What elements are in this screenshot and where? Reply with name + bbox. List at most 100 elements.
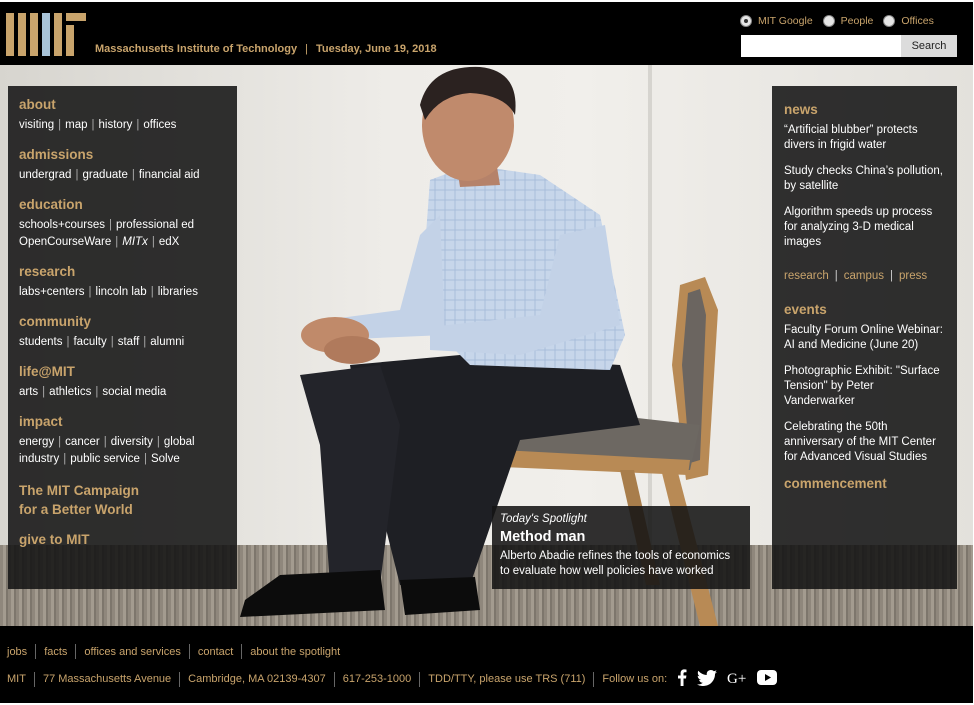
spotlight-caption[interactable]: Today's Spotlight Method man Alberto Aba… xyxy=(492,506,750,589)
footer-link-contact[interactable]: contact xyxy=(198,646,233,658)
campaign-line: The MIT Campaign xyxy=(19,483,140,498)
footer-info-tdd-tty-please-use-trs-711: TDD/TTY, please use TRS (711) xyxy=(428,673,586,685)
news-item[interactable]: Algorithm speeds up process for analyzin… xyxy=(784,205,946,250)
nav-section-title[interactable]: community xyxy=(19,314,226,329)
commencement-link[interactable]: commencement xyxy=(784,476,946,491)
campaign-link[interactable]: The MIT Campaign for a Better World xyxy=(19,481,226,519)
footer-link-facts[interactable]: facts xyxy=(44,646,67,658)
link-divider: | xyxy=(131,169,135,181)
spotlight-description: Alberto Abadie refines the tools of econ… xyxy=(500,550,731,577)
nav-link-graduate[interactable]: graduate xyxy=(82,169,127,181)
link-divider: | xyxy=(156,436,160,448)
event-item[interactable]: Photographic Exhibit: "Surface Tension" … xyxy=(784,364,946,409)
link-divider: | xyxy=(95,386,99,398)
link-divider: | xyxy=(143,453,147,465)
footer-link-jobs[interactable]: jobs xyxy=(7,646,27,658)
nav-link-lincoln-lab[interactable]: lincoln lab xyxy=(96,286,147,298)
nav-link-public-service[interactable]: public service xyxy=(70,453,140,465)
mit-logo[interactable] xyxy=(6,13,88,56)
nav-section-title[interactable]: admissions xyxy=(19,147,226,162)
nav-section-title[interactable]: life@MIT xyxy=(19,364,226,379)
institute-name[interactable]: Massachusetts Institute of Technology xyxy=(95,43,297,55)
radio-button[interactable] xyxy=(883,15,896,27)
header-title-line: Massachusetts Institute of Technology | Tu… xyxy=(95,43,437,55)
nav-section-title[interactable]: about xyxy=(19,97,226,112)
nav-link-row: OpenCourseWare | MITx | edX xyxy=(19,234,226,251)
link-divider: | xyxy=(151,236,155,248)
link-divider: | xyxy=(75,169,79,181)
google-plus-icon[interactable]: G+ xyxy=(727,670,747,689)
nav-link-staff[interactable]: staff xyxy=(118,336,140,348)
news-link-press[interactable]: press xyxy=(899,270,927,282)
youtube-icon[interactable] xyxy=(757,670,778,688)
nav-link-row: undergrad | graduate | financial aid xyxy=(19,167,226,184)
nav-link-students[interactable]: students xyxy=(19,336,62,348)
event-item[interactable]: Faculty Forum Online Webinar: AI and Med… xyxy=(784,323,946,353)
nav-link-arts[interactable]: arts xyxy=(19,386,38,398)
nav-section-research: research labs+centers | lincoln lab | librari… xyxy=(19,264,226,301)
link-divider: | xyxy=(143,336,147,348)
radio-button[interactable] xyxy=(822,15,835,27)
nav-link-solve[interactable]: Solve xyxy=(151,453,180,465)
footer-links-row: jobs facts offices and services contact abou… xyxy=(7,644,340,659)
link-divider: | xyxy=(58,119,62,131)
nav-link-libraries[interactable]: libraries xyxy=(158,286,198,298)
news-title[interactable]: news xyxy=(784,102,946,117)
radio-mit-google[interactable]: MIT Google xyxy=(740,15,813,27)
spotlight-headline[interactable]: Method man xyxy=(500,529,742,545)
footer-link-offices-and-services[interactable]: offices and services xyxy=(84,646,180,658)
nav-link-schools-courses[interactable]: schools+courses xyxy=(19,219,105,231)
give-link[interactable]: give to MIT xyxy=(19,532,226,547)
search-button[interactable]: Search xyxy=(901,35,957,57)
events-title[interactable]: events xyxy=(784,302,946,317)
nav-section-title[interactable]: impact xyxy=(19,414,226,429)
footer-info-cambridge-ma-02139-4307: Cambridge, MA 02139-4307 xyxy=(188,673,326,685)
event-item[interactable]: Celebrating the 50th anniversary of the … xyxy=(784,420,946,465)
nav-link-energy[interactable]: energy xyxy=(19,436,54,448)
nav-link-professional-ed[interactable]: professional ed xyxy=(116,219,194,231)
nav-link-edx[interactable]: edX xyxy=(159,236,179,248)
nav-link-cancer[interactable]: cancer xyxy=(65,436,100,448)
nav-section-title[interactable]: education xyxy=(19,197,226,212)
search-input[interactable] xyxy=(741,35,901,57)
nav-link-faculty[interactable]: faculty xyxy=(73,336,106,348)
nav-link-undergrad[interactable]: undergrad xyxy=(19,169,71,181)
nav-link-industry[interactable]: industry xyxy=(19,453,59,465)
news-link-campus[interactable]: campus xyxy=(844,270,884,282)
nav-link-diversity[interactable]: diversity xyxy=(111,436,153,448)
nav-link-map[interactable]: map xyxy=(65,119,87,131)
news-link-research[interactable]: research xyxy=(784,270,829,282)
left-nav-panel: about visiting | map | history | offices admissi… xyxy=(8,86,237,589)
nav-link-history[interactable]: history xyxy=(99,119,133,131)
footer-link-about-the-spotlight[interactable]: about the spotlight xyxy=(250,646,340,658)
footer-divider xyxy=(33,671,35,687)
nav-link-global[interactable]: global xyxy=(164,436,195,448)
nav-link-opencourseware[interactable]: OpenCourseWare xyxy=(19,236,111,248)
nav-section-education: education schools+courses | professional ed… xyxy=(19,197,226,251)
nav-section-title[interactable]: research xyxy=(19,264,226,279)
nav-link-visiting[interactable]: visiting xyxy=(19,119,54,131)
footer-info-617-253-1000: 617-253-1000 xyxy=(342,673,412,685)
news-item[interactable]: “Artificial blubber” protects divers in … xyxy=(784,123,946,153)
nav-section-life-mit: life@MIT arts | athletics | social media xyxy=(19,364,226,401)
radio-people[interactable]: People xyxy=(822,15,873,27)
nav-link-offices[interactable]: offices xyxy=(143,119,176,131)
nav-link-alumni[interactable]: alumni xyxy=(150,336,184,348)
news-item[interactable]: Study checks China’s pollution, by satel… xyxy=(784,164,946,194)
radio-button-selected[interactable] xyxy=(740,15,752,27)
header-date: Tuesday, June 19, 2018 xyxy=(315,43,437,55)
header: Massachusetts Institute of Technology | Tu… xyxy=(0,2,973,65)
nav-section-community: community students | faculty | staff | alumni xyxy=(19,314,226,351)
nav-link-social-media[interactable]: social media xyxy=(102,386,166,398)
nav-link-athletics[interactable]: athletics xyxy=(49,386,91,398)
footer-contact-row: MIT 77 Massachusetts Avenue Cambridge, MA … xyxy=(7,669,787,689)
nav-link-labs-centers[interactable]: labs+centers xyxy=(19,286,85,298)
nav-link-row: visiting | map | history | offices xyxy=(19,117,226,134)
link-divider: | xyxy=(66,336,70,348)
facebook-icon[interactable] xyxy=(677,669,687,689)
nav-link-financial-aid[interactable]: financial aid xyxy=(139,169,200,181)
footer-info-mit[interactable]: MIT xyxy=(7,673,26,685)
nav-link-mitx[interactable]: MITx xyxy=(122,236,148,248)
radio-offices[interactable]: Offices xyxy=(883,15,934,27)
twitter-icon[interactable] xyxy=(697,669,718,689)
